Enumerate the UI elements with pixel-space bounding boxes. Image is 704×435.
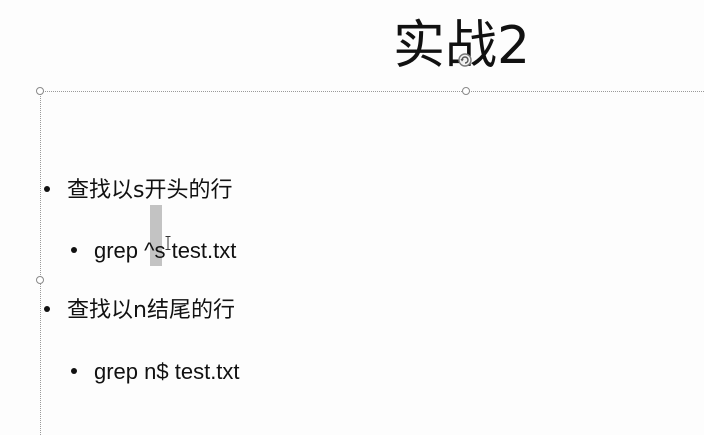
bullet-text[interactable]: grep n$ test.txt xyxy=(94,359,240,384)
resize-handle-middle-left[interactable] xyxy=(36,276,44,284)
bullet-item[interactable]: 查找以s开头的行 xyxy=(44,176,232,206)
bullet-dot xyxy=(71,368,77,375)
textbox-frame-top xyxy=(40,91,704,92)
bullet-text[interactable]: 查找以s开头的行 xyxy=(67,178,232,203)
bullet-item[interactable]: 查找以n结尾的行 xyxy=(44,296,235,326)
sub-bullet-item[interactable]: grep n$ test.txt xyxy=(71,357,240,387)
text-cursor-icon xyxy=(165,236,171,250)
slide-title[interactable]: 实战2 xyxy=(393,14,530,78)
bullet-dot xyxy=(71,247,77,254)
bullet-dot xyxy=(44,186,50,192)
resize-handle-top-middle[interactable] xyxy=(462,87,470,95)
bullet-text[interactable]: 查找以n结尾的行 xyxy=(67,298,235,323)
bullet-dot xyxy=(44,306,50,312)
rotate-handle-icon[interactable] xyxy=(457,52,473,68)
slide-canvas[interactable]: 实战2 查找以s开头的行 grep ^s test.txt 查找以n结尾的行 g… xyxy=(0,0,704,435)
textbox-frame-left xyxy=(40,91,41,435)
sub-bullet-item[interactable]: grep ^s test.txt xyxy=(71,236,236,266)
resize-handle-top-left[interactable] xyxy=(36,87,44,95)
